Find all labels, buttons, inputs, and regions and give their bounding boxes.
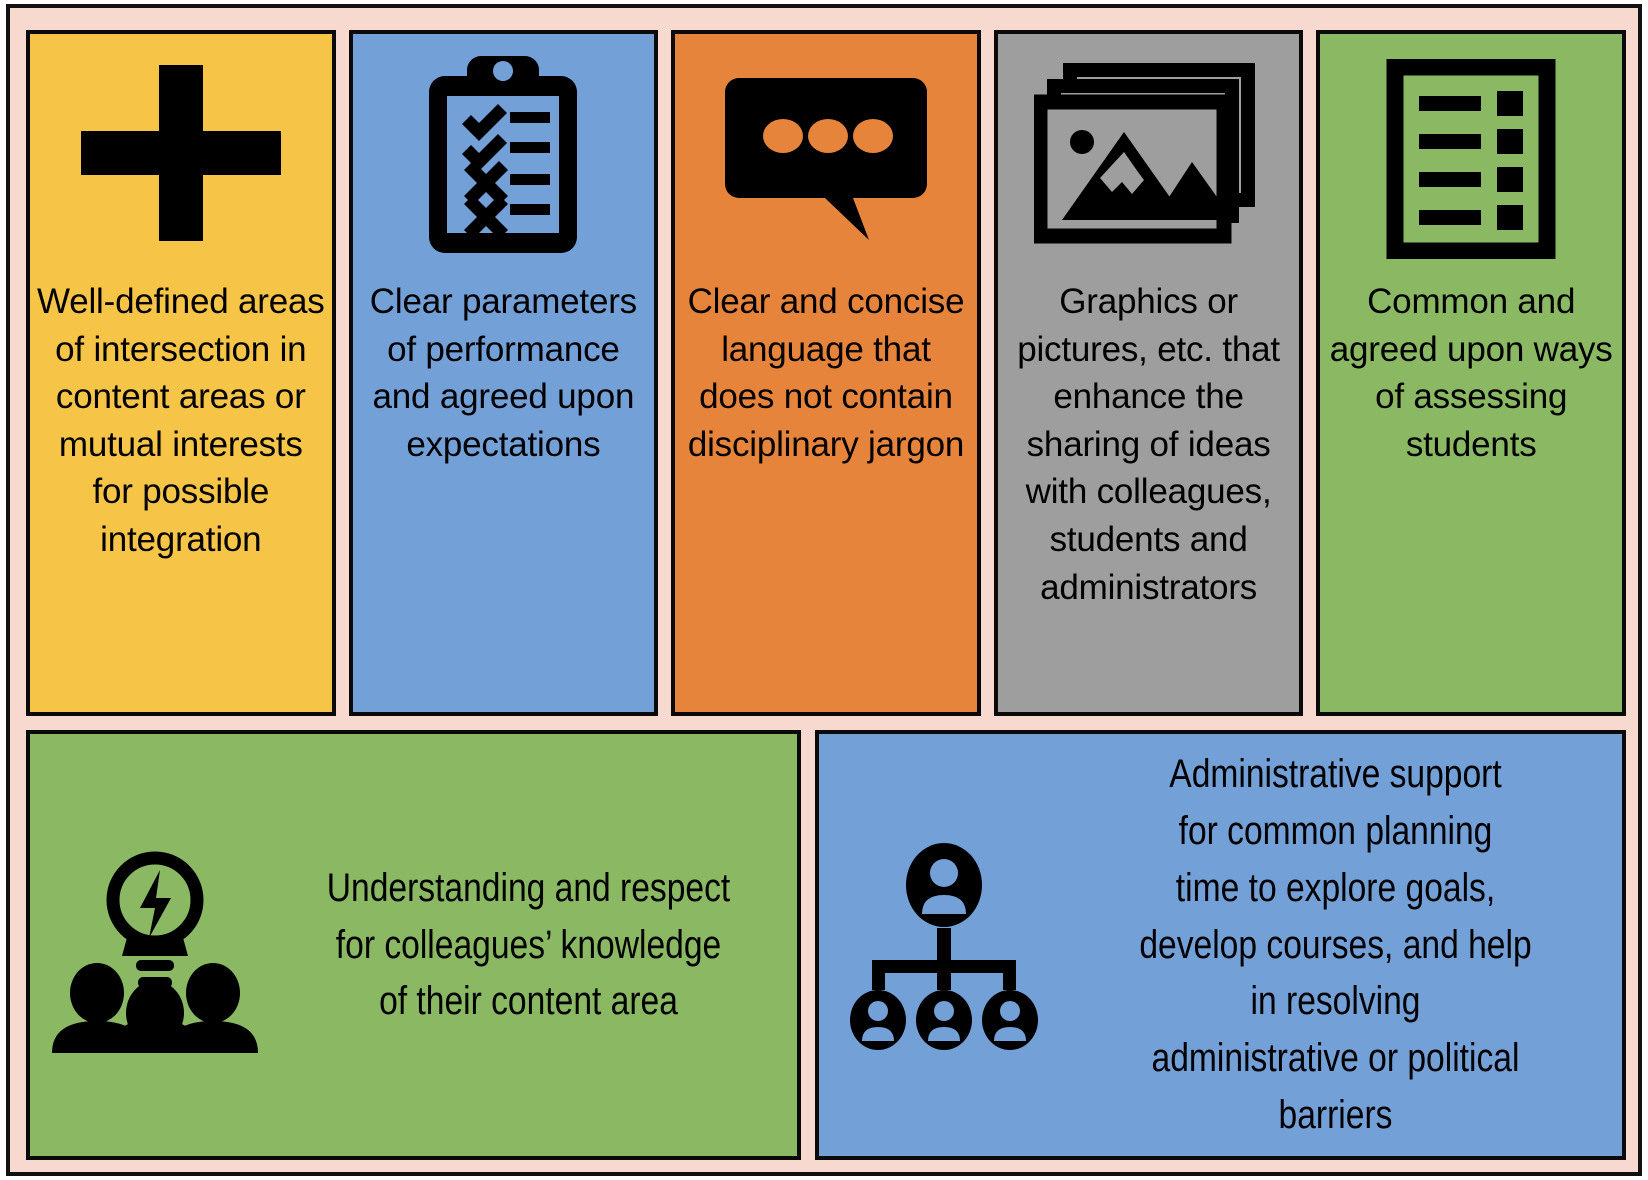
card-well-defined-areas[interactable]: Well-defined areas of intersection in co… [26,30,336,716]
card-graphics-pictures[interactable]: Graphics or pictures, etc. that enhance … [993,30,1304,716]
card-text: Understanding and respect for colleagues… [326,865,731,1024]
card-administrative-support[interactable]: Administrative support for common planni… [815,730,1626,1160]
card-clear-parameters[interactable]: Clear parameters of performance and agre… [348,30,659,716]
card-common-assessing[interactable]: Common and agreed upon ways of assessing… [1316,30,1626,716]
infographic-frame: Well-defined areas of intersection in co… [6,4,1642,1176]
card-text: Clear and concise language that does not… [687,282,965,464]
plus-icon [30,40,332,278]
top-row: Well-defined areas of intersection in co… [26,30,1626,716]
card-text: Administrative support for common planni… [1139,752,1532,1137]
card-understanding-respect[interactable]: Understanding and respect for colleagues… [26,730,801,1160]
clipboard-checklist-icon [353,40,655,278]
card-text: Common and agreed upon ways of assessing… [1329,282,1613,464]
speech-bubble-icon [675,40,977,278]
org-chart-icon [829,840,1059,1050]
card-text: Graphics or pictures, etc. that enhance … [1017,282,1280,607]
lightbulb-people-icon [40,838,270,1053]
card-text: Clear parameters of performance and agre… [369,282,637,464]
image-stack-icon [998,40,1300,278]
card-text: Well-defined areas of intersection in co… [37,282,325,559]
bottom-row: Understanding and respect for colleagues… [26,730,1626,1160]
card-clear-concise-language[interactable]: Clear and concise language that does not… [671,30,981,716]
list-document-icon [1320,40,1622,278]
